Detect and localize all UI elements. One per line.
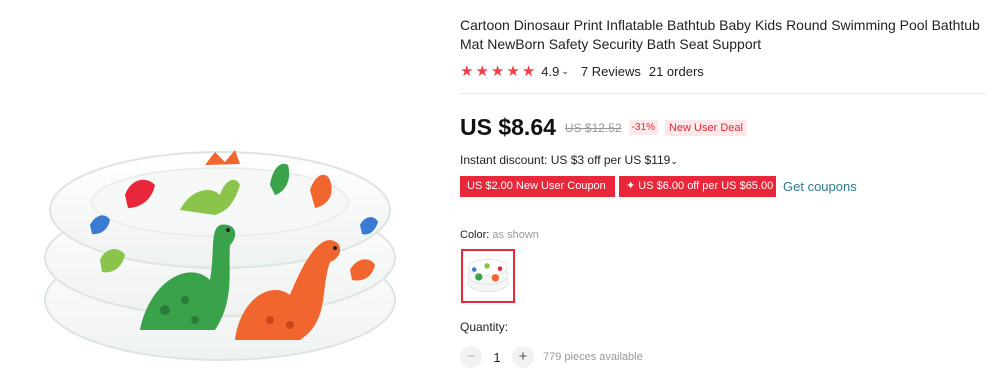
quantity-input[interactable]: 1 (482, 350, 512, 365)
product-image[interactable] (30, 130, 410, 370)
current-price: US $8.64 (460, 114, 556, 140)
chevron-down-icon: ⌄ (670, 156, 678, 166)
store-coupon[interactable]: ✦ US $6.00 off per US $65.00 (619, 176, 776, 197)
new-user-coupon[interactable]: US $2.00 New User Coupon (460, 176, 615, 197)
inflatable-pool-dinosaur-image (44, 150, 396, 361)
new-user-deal-badge: New User Deal (664, 119, 747, 136)
product-title: Cartoon Dinosaur Print Inflatable Bathtu… (460, 17, 980, 52)
price-row: US $8.64 US $12.52 -31% New User Deal (460, 114, 747, 141)
star-icon: ★ (521, 62, 536, 80)
instant-discount-text: Instant discount: US $3 off per US $119 (460, 153, 671, 167)
star-icon: ★ (460, 62, 474, 80)
rating-stars: ★ ★ ★ ★ ★ (460, 64, 535, 79)
rating-row: ★ ★ ★ ★ ★ 4.9 ⌄ 7 Reviews 21 orders (460, 62, 704, 80)
color-swatch-selected[interactable] (461, 249, 515, 303)
coupons-row: US $2.00 New User Coupon ✦ US $6.00 off … (460, 176, 857, 197)
star-icon: ★ (475, 62, 489, 80)
star-icon: ★ (490, 62, 505, 80)
discount-badge: -31% (628, 120, 658, 135)
instant-discount[interactable]: Instant discount: US $3 off per US $119⌄ (460, 153, 678, 167)
orders-count: 21 orders (648, 63, 704, 79)
color-label: Color: as shown (460, 229, 539, 241)
stock-available: 779 pieces available (543, 351, 643, 363)
original-price: US $12.52 (564, 120, 622, 135)
divider (460, 93, 986, 94)
color-value: as shown (492, 229, 539, 241)
reviews-link[interactable]: 7 Reviews (581, 64, 641, 79)
pool-thumbnail-icon (467, 258, 509, 293)
get-coupons-link[interactable]: Get coupons (783, 179, 857, 194)
rating-value[interactable]: 4.9 (541, 64, 559, 79)
chevron-down-icon[interactable]: ⌄ (561, 66, 569, 77)
quantity-label: Quantity: (460, 320, 509, 334)
color-label-text: Color: (460, 229, 490, 241)
star-icon: ★ (506, 62, 520, 80)
quantity-stepper: − 1 + 779 pieces available (460, 346, 643, 368)
decrement-button[interactable]: − (460, 346, 482, 368)
increment-button[interactable]: + (512, 346, 534, 368)
